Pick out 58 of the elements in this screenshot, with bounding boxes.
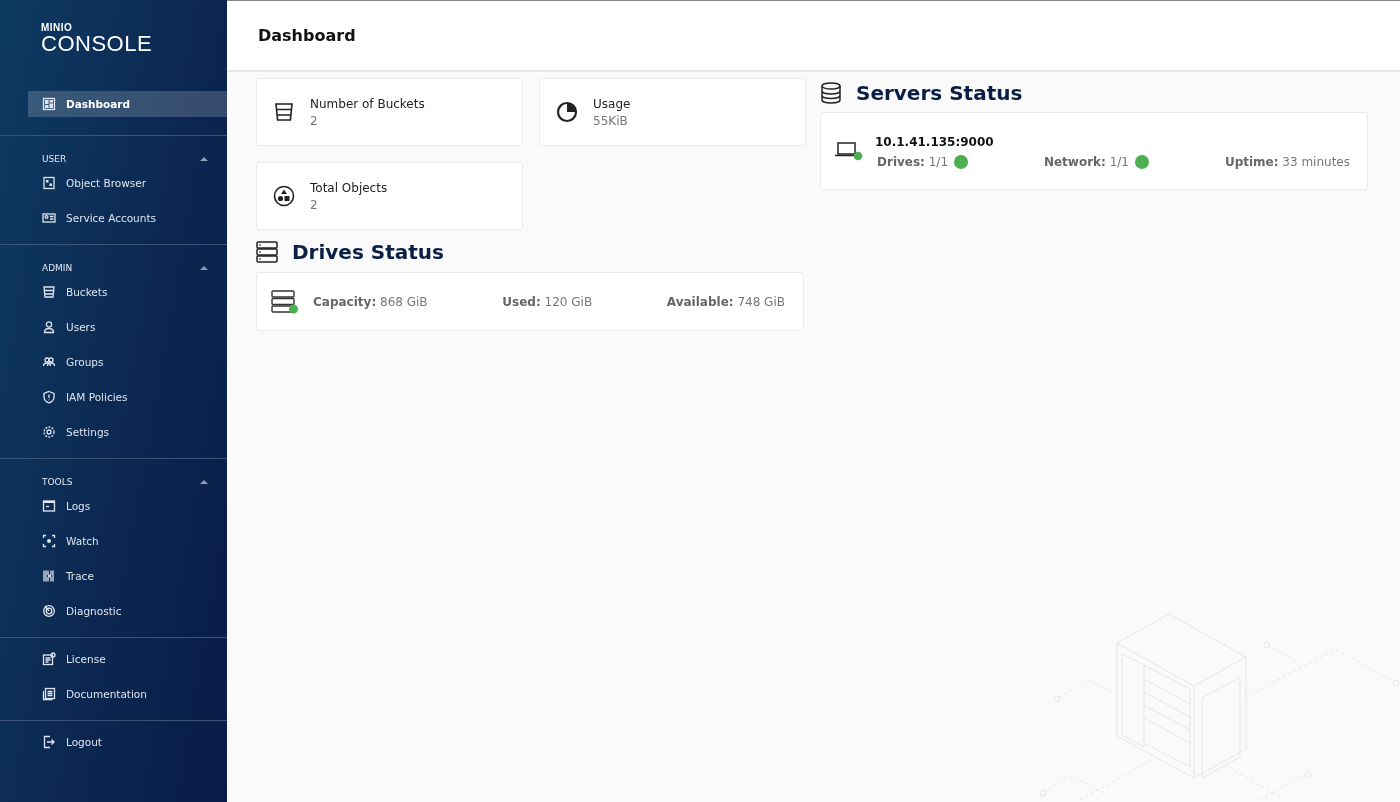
nav-item[interactable]: Users xyxy=(28,314,227,340)
nav-item[interactable]: Object Browser xyxy=(28,170,227,196)
section-heading: TOOLS xyxy=(42,477,73,487)
documents-icon xyxy=(42,687,56,701)
section-heading: ADMIN xyxy=(42,263,73,273)
drive-stat: Capacity: 868 GiB xyxy=(313,294,428,309)
nav-item[interactable]: Logout xyxy=(28,729,227,755)
id-card-icon xyxy=(42,211,56,225)
group-icon xyxy=(42,355,56,369)
section-heading: USER xyxy=(42,154,67,164)
nav-item[interactable]: Watch xyxy=(28,528,227,554)
radar-icon xyxy=(42,604,56,618)
nav-item[interactable]: Service Accounts xyxy=(28,205,227,231)
logo-brand: MINIO xyxy=(41,23,74,33)
nav-item[interactable]: Diagnostic xyxy=(28,598,227,624)
stat-label: Total Objects xyxy=(310,180,388,195)
stat-label: Number of Buckets xyxy=(310,96,425,111)
logo-product: CONSOLE xyxy=(41,33,154,55)
section-title: Drives Status xyxy=(292,240,444,264)
section-title: Servers Status xyxy=(856,81,1023,105)
license-icon xyxy=(42,652,56,666)
window-icon xyxy=(42,499,56,513)
server-rack-icon xyxy=(256,241,278,263)
stat-value: 55KiB xyxy=(593,113,629,128)
caret-icon[interactable] xyxy=(200,266,208,270)
nav-item[interactable]: Documentation xyxy=(28,681,227,707)
pie-chart-icon xyxy=(556,101,578,123)
nav-item[interactable]: License xyxy=(28,646,227,672)
stat-label: Usage xyxy=(593,96,631,111)
bucket-icon xyxy=(273,101,295,123)
object-browser-icon xyxy=(42,176,56,190)
nav-item[interactable]: IAM Policies xyxy=(28,384,227,410)
page-title: Dashboard xyxy=(258,26,356,45)
server-stat: Drives: 1/1 xyxy=(877,155,949,169)
drive-stat: Used: 120 GiB xyxy=(502,294,593,309)
logout-icon xyxy=(42,735,56,749)
caret-icon[interactable] xyxy=(200,480,208,484)
caret-icon[interactable] xyxy=(200,157,208,161)
watch-icon xyxy=(42,534,56,548)
nav-item[interactable]: Settings xyxy=(28,419,227,445)
server-address: 10.1.41.135:9000 xyxy=(875,135,995,149)
user-icon xyxy=(42,320,56,334)
nav-item[interactable]: Logs xyxy=(28,493,227,519)
nav-item[interactable]: Groups xyxy=(28,349,227,375)
stat-value: 2 xyxy=(310,197,319,212)
nav-item[interactable]: Dashboard xyxy=(28,91,227,117)
bucket-icon xyxy=(42,285,56,299)
shield-icon xyxy=(42,390,56,404)
server-stat: Network: 1/1 xyxy=(1043,155,1129,169)
nav-item[interactable]: Trace xyxy=(28,563,227,589)
shapes-icon xyxy=(273,185,295,207)
dashboard-icon xyxy=(42,97,56,111)
database-icon xyxy=(820,82,842,104)
nav-item[interactable]: Buckets xyxy=(28,279,227,305)
stat-value: 2 xyxy=(310,113,319,128)
settings-icon xyxy=(42,425,56,439)
server-stat: Uptime: 33 minutes xyxy=(1224,155,1350,169)
drive-stat: Available: 748 GiB xyxy=(666,294,785,309)
